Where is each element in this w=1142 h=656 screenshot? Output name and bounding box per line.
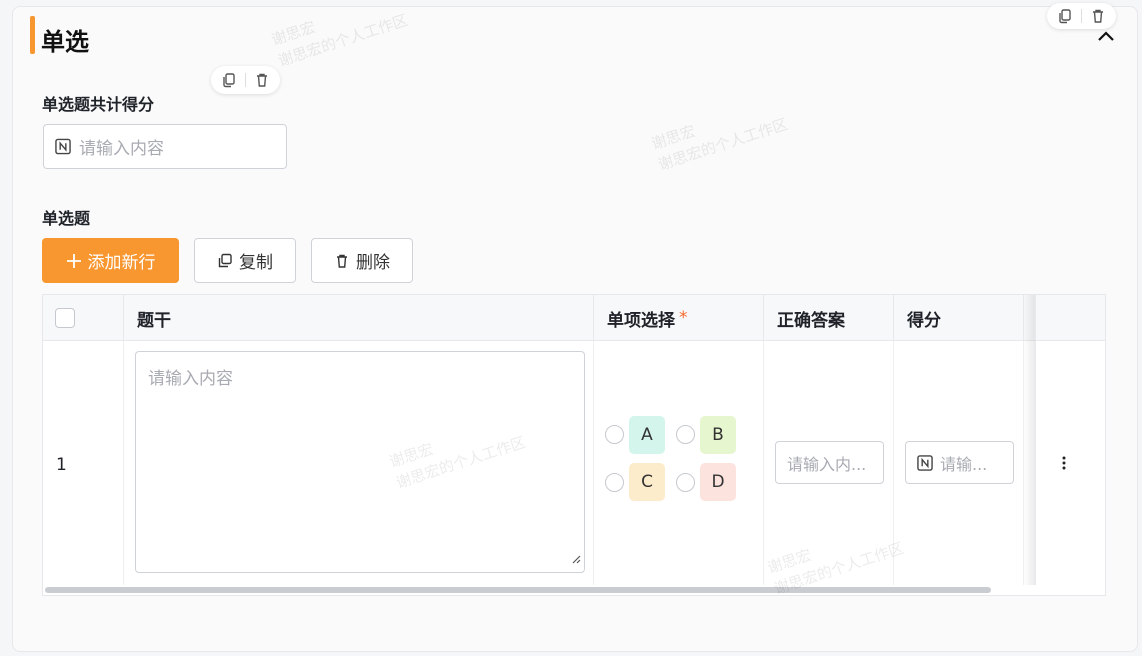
toolbar-divider: [1081, 9, 1082, 23]
answer-placeholder: 请输入内...: [787, 454, 867, 474]
number-icon: [55, 138, 71, 155]
option-a[interactable]: A: [629, 416, 665, 454]
column-stem: 题干: [124, 295, 594, 341]
option-d-radio[interactable]: [676, 473, 695, 492]
title-accent-bar: [30, 16, 35, 54]
trash-icon: [334, 253, 350, 269]
field-toolbar: [211, 66, 280, 94]
toolbar-divider: [245, 73, 246, 87]
score-placeholder: 请输...: [940, 454, 988, 474]
option-d[interactable]: D: [700, 463, 736, 501]
copy-icon[interactable]: [221, 72, 237, 88]
copy-icon[interactable]: [1057, 8, 1073, 24]
trash-icon[interactable]: [254, 72, 270, 88]
required-mark: *: [679, 308, 688, 328]
select-all-cell: [43, 295, 124, 341]
copy-label: 复制: [239, 253, 273, 273]
row-index: 1: [56, 455, 67, 475]
option-b[interactable]: B: [700, 416, 736, 454]
questions-label: 单选题: [42, 209, 91, 228]
section-title: 单选: [41, 28, 89, 56]
option-b-radio[interactable]: [676, 425, 695, 444]
row-index-cell: 1: [43, 341, 124, 585]
delete-label: 删除: [356, 253, 390, 273]
column-options: 单项选择 *: [594, 295, 764, 341]
stem-textarea[interactable]: 请输入内容: [135, 351, 585, 573]
horizontal-scrollbar[interactable]: [45, 587, 991, 593]
select-all-checkbox[interactable]: [55, 308, 75, 328]
plus-icon: [66, 253, 82, 269]
table-header: 题干 单项选择 * 正确答案 得分: [43, 295, 1105, 341]
delete-button[interactable]: 删除: [311, 238, 413, 283]
stem-placeholder: 请输入内容: [148, 369, 233, 389]
answer-input[interactable]: 请输入内...: [775, 441, 884, 484]
trash-icon[interactable]: [1090, 8, 1106, 24]
questions-table: 题干 单项选择 * 正确答案 得分 1 请输入内容 A B C D 请输入内..…: [42, 294, 1106, 596]
total-score-label: 单选题共计得分: [42, 95, 155, 114]
copy-icon: [217, 253, 233, 269]
number-icon: [917, 454, 933, 471]
option-c-radio[interactable]: [605, 473, 624, 492]
add-row-label: 添加新行: [87, 253, 156, 273]
column-answer: 正确答案: [764, 295, 894, 341]
more-vertical-icon[interactable]: [1056, 455, 1072, 471]
option-c[interactable]: C: [629, 463, 665, 501]
total-score-input[interactable]: 请输入内容: [43, 124, 287, 169]
score-input[interactable]: 请输...: [905, 441, 1014, 484]
section-toolbar: [1047, 3, 1116, 29]
sticky-column-shadow: [1023, 295, 1035, 585]
option-a-radio[interactable]: [605, 425, 624, 444]
actions-column: [1035, 295, 1105, 585]
chevron-up-icon[interactable]: [1096, 28, 1116, 44]
add-row-button[interactable]: 添加新行: [42, 238, 179, 283]
column-score: 得分: [894, 295, 1024, 341]
resize-handle-icon[interactable]: [571, 549, 581, 569]
total-score-placeholder: 请输入内容: [79, 139, 164, 159]
copy-button[interactable]: 复制: [194, 238, 296, 283]
options-cell: [594, 341, 764, 585]
actions-header: [1036, 295, 1105, 341]
